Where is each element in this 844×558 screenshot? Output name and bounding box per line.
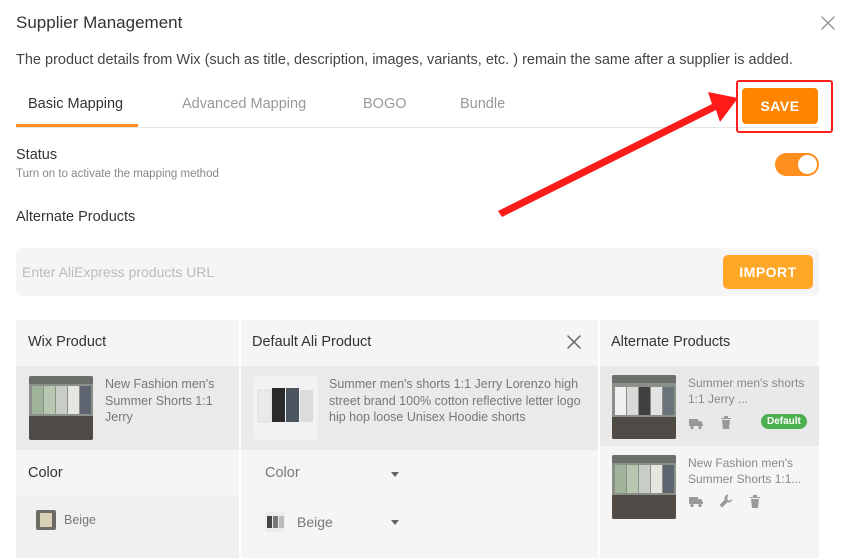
- toggle-knob: [798, 155, 817, 174]
- ali-product-image: [254, 376, 318, 440]
- close-icon[interactable]: [566, 334, 582, 350]
- tab-basic-mapping[interactable]: Basic Mapping: [28, 96, 123, 112]
- active-tab-indicator: [16, 124, 138, 127]
- caret-down-icon[interactable]: [391, 472, 399, 477]
- wix-option-row: Color: [16, 450, 239, 496]
- status-title: Status: [16, 147, 58, 163]
- close-icon[interactable]: [818, 13, 838, 33]
- wrench-icon[interactable]: [718, 493, 734, 509]
- ali-product-row: Summer men's shorts 1:1 Jerry Lorenzo hi…: [241, 366, 598, 450]
- import-button[interactable]: IMPORT: [723, 255, 813, 289]
- wix-option-name: Color: [28, 465, 63, 481]
- save-button[interactable]: SAVE: [742, 88, 818, 124]
- tab-bundle[interactable]: Bundle: [460, 96, 505, 112]
- wix-option-value-row: Beige: [16, 496, 239, 558]
- alternate-product-image: [612, 375, 676, 439]
- alternate-product-image: [612, 455, 676, 519]
- alternate-products-title: Alternate Products: [16, 209, 136, 225]
- ali-variant-swatch: [265, 512, 285, 532]
- truck-icon[interactable]: [688, 493, 704, 509]
- default-badge: Default: [761, 414, 807, 429]
- wix-product-row: New Fashion men's Summer Shorts 1:1 Jerr…: [16, 366, 239, 450]
- wix-product-image: [29, 376, 93, 440]
- aliexpress-url-input[interactable]: [22, 258, 712, 286]
- tab-bogo[interactable]: BOGO: [363, 96, 407, 112]
- ali-product-name: Summer men's shorts 1:1 Jerry Lorenzo hi…: [329, 377, 581, 424]
- alternate-product-card[interactable]: New Fashion men's Summer Shorts 1:1...: [600, 448, 819, 528]
- dialog-description: The product details from Wix (such as ti…: [16, 52, 793, 68]
- alternate-products-header: Alternate Products: [611, 334, 731, 350]
- ali-product-header: Default Ali Product: [252, 334, 372, 350]
- wix-product-column: Wix Product New Fashion men's Summer Sho…: [16, 320, 239, 558]
- mapping-tabs: Basic Mapping Advanced Mapping BOGO Bund…: [16, 88, 819, 128]
- ali-product-column: Default Ali Product Summer men's shorts …: [241, 320, 598, 558]
- wix-variant-swatch: [36, 510, 56, 530]
- alternate-product-name: New Fashion men's Summer Shorts 1:1...: [688, 456, 802, 486]
- ali-option-value[interactable]: Beige: [297, 514, 333, 530]
- url-import-bar: IMPORT: [16, 248, 819, 296]
- mapping-table: Wix Product New Fashion men's Summer Sho…: [16, 320, 819, 558]
- alternate-products-column: Alternate Products Summer men's shorts 1…: [600, 320, 819, 558]
- tab-advanced-mapping[interactable]: Advanced Mapping: [182, 96, 306, 112]
- trash-icon[interactable]: [747, 493, 763, 509]
- wix-option-value: Beige: [64, 513, 96, 527]
- wix-product-header: Wix Product: [28, 334, 107, 350]
- alternate-product-card[interactable]: Summer men's shorts 1:1 Jerry ... Defaul…: [600, 366, 819, 446]
- status-toggle[interactable]: [775, 153, 819, 176]
- status-subtitle: Turn on to activate the mapping method: [16, 168, 219, 180]
- caret-down-icon[interactable]: [391, 520, 399, 525]
- trash-icon[interactable]: [718, 414, 734, 430]
- ali-option-value-row: Beige: [241, 496, 598, 558]
- alternate-product-name: Summer men's shorts 1:1 Jerry ...: [688, 376, 805, 406]
- ali-option-name[interactable]: Color: [265, 465, 300, 481]
- dialog-title: Supplier Management: [16, 13, 183, 32]
- wix-product-name: New Fashion men's Summer Shorts 1:1 Jerr…: [105, 377, 215, 424]
- truck-icon[interactable]: [688, 415, 704, 431]
